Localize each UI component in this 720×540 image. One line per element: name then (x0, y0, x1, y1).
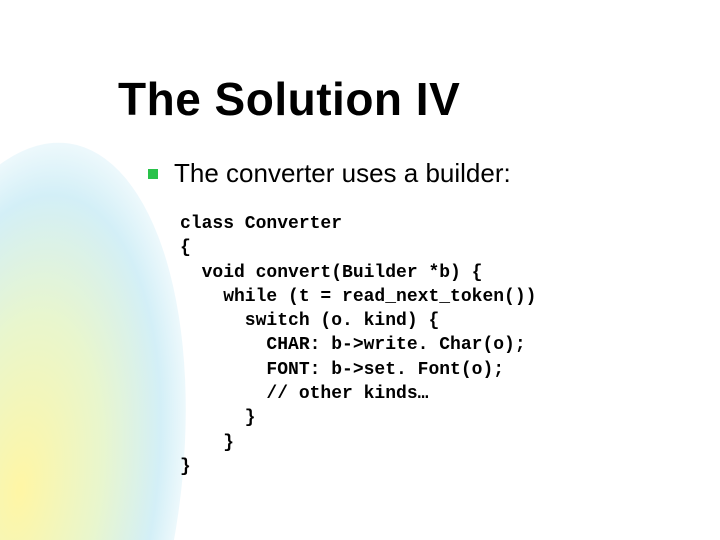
code-line: switch (o. kind) { (180, 311, 439, 331)
code-line: FONT: b->set. Font(o); (180, 360, 504, 380)
code-block: class Converter { void convert(Builder *… (180, 212, 536, 479)
code-line: while (t = read_next_token()) (180, 287, 536, 307)
slide-title: The Solution IV (118, 72, 460, 126)
code-line: // other kinds… (180, 384, 428, 404)
bullet-text: The converter uses a builder: (174, 158, 511, 189)
bullet-item: The converter uses a builder: (148, 158, 511, 189)
code-line: { (180, 238, 191, 258)
square-bullet-icon (148, 169, 158, 179)
code-line: } (180, 457, 191, 477)
slide: The Solution IV The converter uses a bui… (0, 0, 720, 540)
code-line: } (180, 433, 234, 453)
code-line: class Converter (180, 214, 342, 234)
code-line: void convert(Builder *b) { (180, 263, 482, 283)
code-line: CHAR: b->write. Char(o); (180, 335, 526, 355)
code-line: } (180, 408, 256, 428)
